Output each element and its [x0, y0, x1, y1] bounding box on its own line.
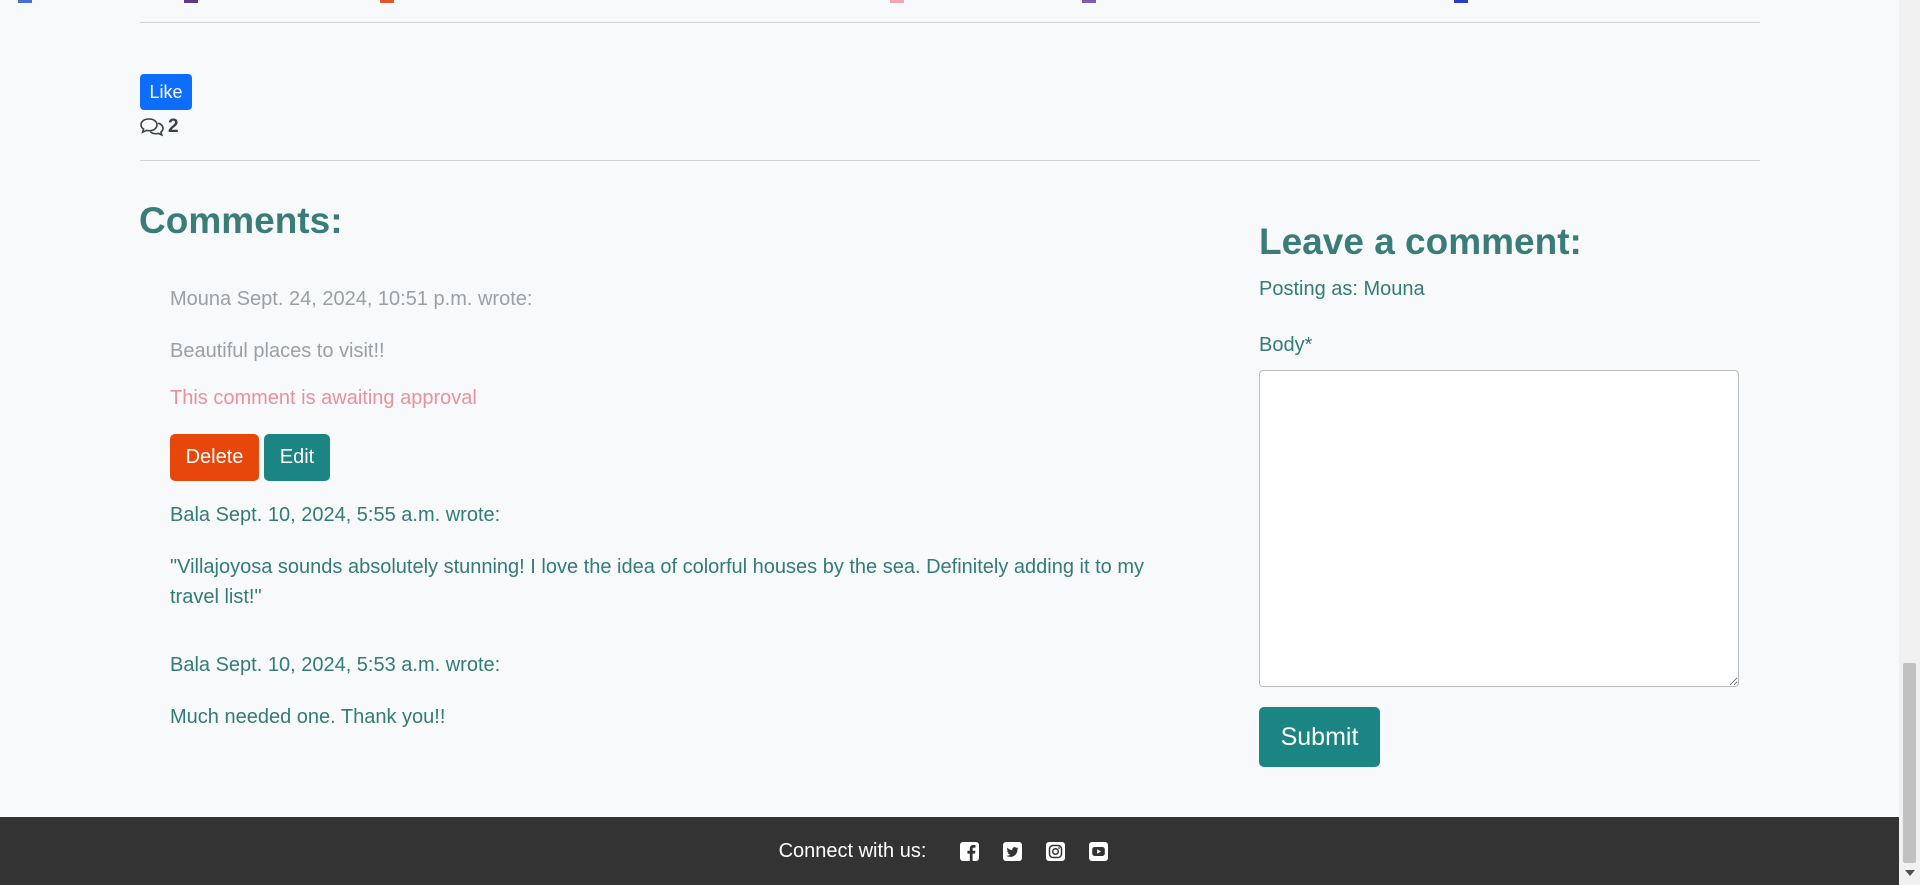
scroll-down-arrow-icon[interactable]: [1905, 870, 1915, 876]
page: Like 2 Comments: Mouna Sept. 24, 2024, 1…: [0, 0, 1899, 885]
comment-body: "Villajoyosa sounds absolutely stunning!…: [170, 556, 1144, 608]
instagram-icon[interactable]: [1046, 841, 1066, 861]
comment-author-line: Bala Sept. 10, 2024, 5:53 a.m. wrote:: [170, 654, 501, 676]
comment-body: Much needed one. Thank you!!: [170, 706, 446, 728]
comment-body: Beautiful places to visit!!: [170, 340, 385, 362]
comments-heading: Comments:: [139, 200, 343, 241]
comment-pending-notice: This comment is awaiting approval: [170, 387, 477, 409]
comment-author-line: Mouna Sept. 24, 2024, 10:51 p.m. wrote:: [170, 288, 533, 310]
like-button[interactable]: Like: [140, 74, 192, 110]
twitter-icon[interactable]: [1003, 841, 1023, 861]
submit-comment-button[interactable]: Submit: [1259, 707, 1380, 767]
divider-top: [140, 22, 1760, 23]
edit-comment-button[interactable]: Edit: [264, 434, 330, 481]
youtube-icon[interactable]: [1089, 841, 1109, 861]
facebook-icon[interactable]: [960, 841, 980, 861]
scrollbar-thumb[interactable]: [1903, 663, 1916, 863]
comment-body-textarea[interactable]: [1259, 370, 1739, 687]
body-field-label: Body*: [1259, 334, 1313, 356]
posting-as-text: Posting as: Mouna: [1259, 278, 1425, 300]
leave-comment-heading: Leave a comment:: [1259, 221, 1582, 262]
top-nav-remnant: [0, 0, 1899, 4]
comment-count: 2: [140, 114, 179, 140]
delete-comment-button[interactable]: Delete: [170, 434, 259, 481]
comments-icon: [140, 118, 164, 137]
footer: Connect with us:: [0, 817, 1899, 885]
page-scrollbar[interactable]: [1899, 0, 1920, 885]
connect-with-us-label: Connect with us:: [778, 839, 927, 862]
comment-author-line: Bala Sept. 10, 2024, 5:55 a.m. wrote:: [170, 504, 501, 526]
divider-comments: [140, 160, 1760, 161]
comment-count-value: 2: [168, 116, 179, 137]
